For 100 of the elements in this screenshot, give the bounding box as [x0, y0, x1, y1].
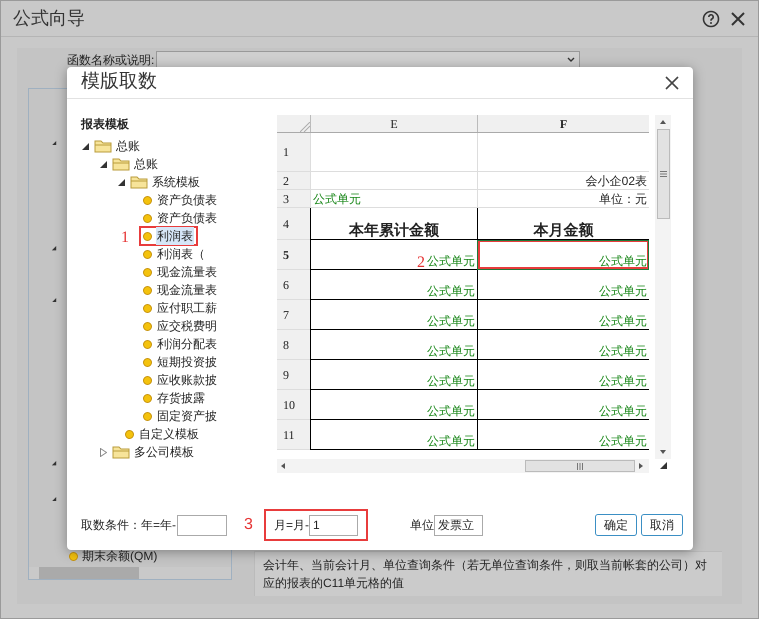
dialog-button[interactable]: 取消 — [641, 514, 683, 536]
year-field[interactable] — [177, 514, 228, 536]
row-header[interactable]: 10 — [277, 390, 310, 420]
table-cell[interactable] — [310, 133, 477, 172]
row-header[interactable]: 7 — [277, 300, 310, 330]
table-cell[interactable]: 公式单元 — [310, 270, 477, 300]
folder-icon — [94, 139, 112, 153]
tree-item[interactable]: 现金流量表 — [156, 281, 218, 299]
tree-item[interactable]: 固定资产披 — [156, 407, 218, 425]
description-text: 会计年、当前会计月、单位查询条件（若无单位查询条件，则取当前帐套的公司）对应的报表的C11单元格的值 — [254, 551, 722, 596]
table-cell[interactable]: 公式单元 — [477, 360, 649, 390]
tree-item[interactable]: 应交税费明 — [156, 317, 218, 335]
vertical-scrollbar[interactable] — [655, 115, 671, 459]
annotation-number: 1 — [121, 228, 129, 248]
expanded-triangle-icon[interactable] — [51, 461, 57, 466]
table-cell[interactable]: 本月金额 — [477, 208, 649, 240]
expanded-triangle-icon[interactable] — [51, 246, 57, 251]
row-header[interactable]: 5 — [277, 240, 310, 270]
row-header[interactable]: 4 — [277, 208, 310, 240]
table-cell[interactable]: 公式单元 — [477, 240, 649, 270]
row-header[interactable]: 2 — [277, 172, 310, 190]
expanded-triangle-icon[interactable] — [51, 496, 57, 502]
column-header[interactable]: E — [310, 115, 477, 132]
table-cell[interactable]: 公式单元 — [310, 190, 477, 208]
tree-item[interactable]: 资产负债表 — [156, 209, 218, 227]
column-header[interactable]: F — [477, 115, 649, 132]
cell-text: 公式单元 — [599, 373, 647, 389]
tree-folder-label[interactable]: 系统模板 — [152, 173, 200, 191]
tree-item[interactable]: 利润表 — [156, 227, 194, 245]
folder-icon — [112, 445, 130, 459]
table-cell[interactable]: 公式单元 — [310, 330, 477, 360]
tree-item[interactable]: 利润表（ — [156, 245, 206, 263]
row-header[interactable]: 6 — [277, 270, 310, 300]
table-cell[interactable]: 公式单元 — [477, 270, 649, 300]
expanded-triangle-icon[interactable] — [118, 178, 125, 186]
grip-icon — [660, 171, 666, 177]
tree-item[interactable]: 短期投资披 — [156, 353, 218, 371]
function-list-item[interactable]: 期末余额(QM) — [82, 547, 158, 566]
cell-text: 公式单元 — [427, 253, 475, 269]
tree-item[interactable]: 资产负债表 — [156, 191, 218, 209]
chevron-down-icon — [567, 57, 576, 63]
cell-text: 公式单元 — [427, 433, 475, 449]
table-cell[interactable]: 公式单元 — [310, 360, 477, 390]
table-cell[interactable]: 公式单元 — [477, 330, 649, 360]
dialog-button[interactable]: 确定 — [595, 514, 637, 536]
expanded-triangle-icon[interactable] — [51, 141, 57, 146]
dot-icon — [125, 430, 134, 438]
table-cell[interactable]: 公式单元 — [310, 420, 477, 450]
month-field[interactable]: 1 — [309, 514, 358, 536]
cell-text: 公式单元 — [599, 313, 647, 329]
dot-icon — [143, 376, 152, 384]
tree-folder-label[interactable]: 总账 — [134, 155, 158, 173]
dot-icon — [143, 250, 152, 258]
cell-text: 公式单元 — [313, 191, 361, 207]
cell-text: 公式单元 — [599, 253, 647, 269]
table-cell[interactable]: 公式单元 — [477, 390, 649, 420]
dot-icon — [143, 286, 152, 294]
table-cell[interactable]: 公式单元 — [310, 300, 477, 330]
row-header[interactable]: 8 — [277, 330, 310, 360]
annotation-number: 3 — [244, 515, 254, 535]
row-header[interactable]: 11 — [277, 420, 310, 450]
table-cell[interactable] — [477, 133, 649, 172]
table-cell[interactable]: 会小企02表 — [477, 172, 649, 190]
tree-folder-label[interactable]: 总账 — [116, 137, 140, 155]
table-cell[interactable]: 公式单元 — [477, 300, 649, 330]
close-icon[interactable] — [730, 10, 746, 26]
expanded-triangle-icon[interactable] — [100, 160, 107, 168]
folder-icon — [130, 175, 148, 189]
tree-item[interactable]: 应付职工薪 — [156, 299, 218, 317]
cell-text: 公式单元 — [427, 343, 475, 359]
help-icon[interactable] — [702, 10, 720, 28]
table-cell[interactable] — [310, 172, 477, 190]
table-cell[interactable]: 本年累计金额 — [310, 208, 477, 240]
tree-folder-label[interactable]: 多公司模板 — [134, 443, 194, 461]
cell-text: 公式单元 — [599, 433, 647, 449]
cell-text: 公式单元 — [427, 373, 475, 389]
tree-item[interactable]: 自定义模板 — [138, 425, 200, 443]
folder-icon — [112, 157, 130, 171]
tree-item[interactable]: 应收账款披 — [156, 371, 218, 389]
dot-icon — [143, 232, 152, 240]
table-cell[interactable]: 2 公式单元 — [310, 240, 477, 270]
horizontal-scrollbar[interactable] — [29, 567, 231, 580]
row-header[interactable]: 3 — [277, 190, 310, 208]
row-header[interactable]: 1 — [277, 133, 310, 172]
expanded-triangle-icon[interactable] — [82, 142, 89, 150]
tree-item[interactable]: 利润分配表 — [156, 335, 218, 353]
table-cell[interactable]: 公式单元 — [477, 420, 649, 450]
table-cell[interactable]: 单位：元 — [477, 190, 649, 208]
tree-item[interactable]: 现金流量表 — [156, 263, 218, 281]
grip-icon — [577, 462, 583, 470]
close-icon[interactable] — [665, 76, 679, 90]
horizontal-scrollbar[interactable] — [277, 459, 649, 473]
dot-icon — [143, 340, 152, 348]
table-cell[interactable]: 公式单元 — [310, 390, 477, 420]
tree-item[interactable]: 存货披露 — [156, 389, 206, 407]
unit-field[interactable]: 发票立 — [434, 514, 484, 536]
window-title: 公式向导 — [13, 7, 85, 30]
collapsed-triangle-icon[interactable] — [100, 448, 107, 456]
row-header[interactable]: 9 — [277, 360, 310, 390]
expanded-triangle-icon[interactable] — [51, 298, 57, 302]
